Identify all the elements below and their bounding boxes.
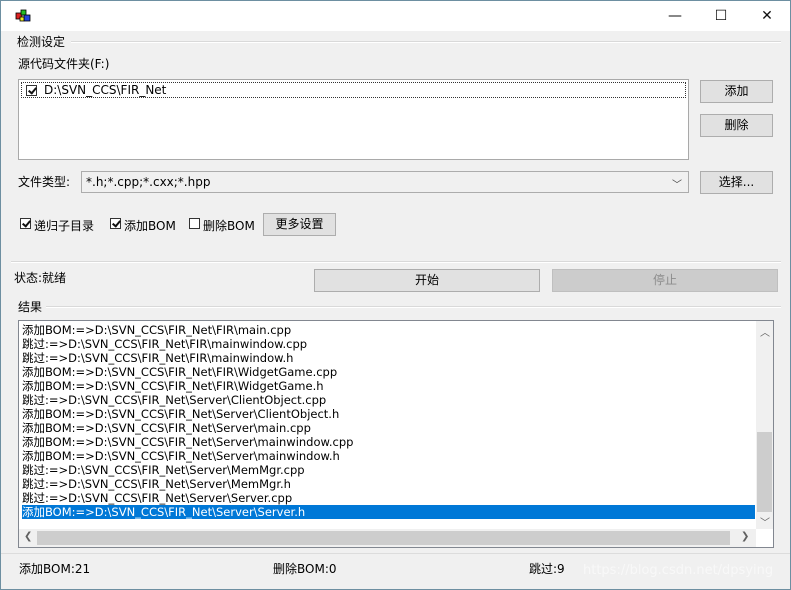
close-button[interactable]: ✕ xyxy=(744,1,790,31)
vertical-scrollbar[interactable]: ︿ ﹀ xyxy=(756,321,773,529)
more-settings-button[interactable]: 更多设置 xyxy=(263,213,336,236)
list-item[interactable]: 添加BOM:=>D:\SVN_CCS\FIR_Net\FIR\main.cpp xyxy=(22,323,755,337)
list-item[interactable]: 跳过:=>D:\SVN_CCS\FIR_Net\Server\MemMgr.cp… xyxy=(22,463,755,477)
group-divider xyxy=(71,41,781,43)
delete-bom-label[interactable]: 删除BOM xyxy=(203,217,255,234)
list-item[interactable]: 跳过:=>D:\SVN_CCS\FIR_Net\FIR\mainwindow.h xyxy=(22,351,755,365)
scroll-thumb[interactable] xyxy=(37,531,730,545)
add-bom-label[interactable]: 添加BOM xyxy=(124,217,176,234)
list-item[interactable]: 跳过:=>D:\SVN_CCS\FIR_Net\Server\Server.cp… xyxy=(22,491,755,505)
folder-path: D:\SVN_CCS\FIR_Net xyxy=(44,83,167,97)
file-type-value: *.h;*.cpp;*.cxx;*.hpp xyxy=(86,175,211,189)
choose-file-type-button[interactable]: 选择... xyxy=(700,171,773,194)
recursive-label[interactable]: 递归子目录 xyxy=(34,217,94,234)
maximize-button[interactable]: ☐ xyxy=(698,1,744,31)
status-text: 状态:就绪 xyxy=(14,271,67,285)
scroll-up-icon[interactable]: ︿ xyxy=(760,324,770,339)
statusbar-divider xyxy=(1,553,790,554)
start-button[interactable]: 开始 xyxy=(314,269,540,292)
list-item[interactable]: 添加BOM:=>D:\SVN_CCS\FIR_Net\Server\mainwi… xyxy=(22,449,755,463)
list-item[interactable]: D:\SVN_CCS\FIR_Net xyxy=(21,82,686,98)
source-folder-list[interactable]: D:\SVN_CCS\FIR_Net xyxy=(18,79,689,160)
delete-folder-button[interactable]: 删除 xyxy=(700,114,773,137)
list-item[interactable]: 跳过:=>D:\SVN_CCS\FIR_Net\Server\MemMgr.h xyxy=(22,477,755,491)
skipped-count: 跳过:9 xyxy=(529,562,565,576)
recursive-checkbox[interactable] xyxy=(20,218,31,229)
app-icon xyxy=(15,9,31,22)
list-item[interactable]: 跳过:=>D:\SVN_CCS\FIR_Net\Server\ClientObj… xyxy=(22,393,755,407)
source-folder-label: 源代码文件夹(F:) xyxy=(18,57,110,71)
add-folder-button[interactable]: 添加 xyxy=(700,80,773,103)
scroll-right-icon[interactable]: ❯ xyxy=(741,531,749,542)
list-item[interactable]: 添加BOM:=>D:\SVN_CCS\FIR_Net\Server\Client… xyxy=(22,407,755,421)
scroll-down-icon[interactable]: ﹀ xyxy=(760,514,770,529)
list-item[interactable]: 添加BOM:=>D:\SVN_CCS\FIR_Net\Server\mainwi… xyxy=(22,435,755,449)
title-bar[interactable]: — ☐ ✕ xyxy=(1,1,790,31)
watermark: https://blog.csdn.net/dpsying xyxy=(583,563,774,578)
stop-button[interactable]: 停止 xyxy=(552,269,778,292)
chevron-down-icon[interactable]: ﹀ xyxy=(672,176,682,191)
list-item[interactable]: 添加BOM:=>D:\SVN_CCS\FIR_Net\Server\main.c… xyxy=(22,421,755,435)
delete-bom-checkbox[interactable] xyxy=(189,218,200,229)
add-bom-checkbox[interactable] xyxy=(110,218,121,229)
scroll-thumb[interactable] xyxy=(757,432,772,512)
group-divider xyxy=(11,261,781,263)
detect-group-label: 检测设定 xyxy=(17,35,66,49)
file-type-combobox[interactable]: *.h;*.cpp;*.cxx;*.hpp ﹀ xyxy=(81,171,689,193)
group-divider xyxy=(46,306,781,308)
list-item[interactable]: 添加BOM:=>D:\SVN_CCS\FIR_Net\FIR\WidgetGam… xyxy=(22,379,755,393)
minimize-button[interactable]: — xyxy=(652,1,698,31)
folder-checkbox[interactable] xyxy=(26,85,37,96)
list-item[interactable]: 跳过:=>D:\SVN_CCS\FIR_Net\FIR\mainwindow.c… xyxy=(22,337,755,351)
file-type-label: 文件类型: xyxy=(18,175,71,189)
removed-count: 删除BOM:0 xyxy=(273,562,337,576)
list-item[interactable]: 添加BOM:=>D:\SVN_CCS\FIR_Net\Server\Server… xyxy=(22,505,755,519)
results-list[interactable]: 添加BOM:=>D:\SVN_CCS\FIR_Net\FIR\main.cpp 跳… xyxy=(18,320,774,548)
list-item[interactable]: 添加BOM:=>D:\SVN_CCS\FIR_Net\FIR\WidgetGam… xyxy=(22,365,755,379)
scroll-left-icon[interactable]: ❮ xyxy=(24,531,32,542)
app-window: — ☐ ✕ 检测设定 源代码文件夹(F:) D:\SVN_CCS\FIR_Net… xyxy=(0,0,791,590)
horizontal-scrollbar[interactable]: ❮ ❯ xyxy=(19,529,756,547)
added-count: 添加BOM:21 xyxy=(19,562,91,576)
results-group-label: 结果 xyxy=(18,300,43,314)
